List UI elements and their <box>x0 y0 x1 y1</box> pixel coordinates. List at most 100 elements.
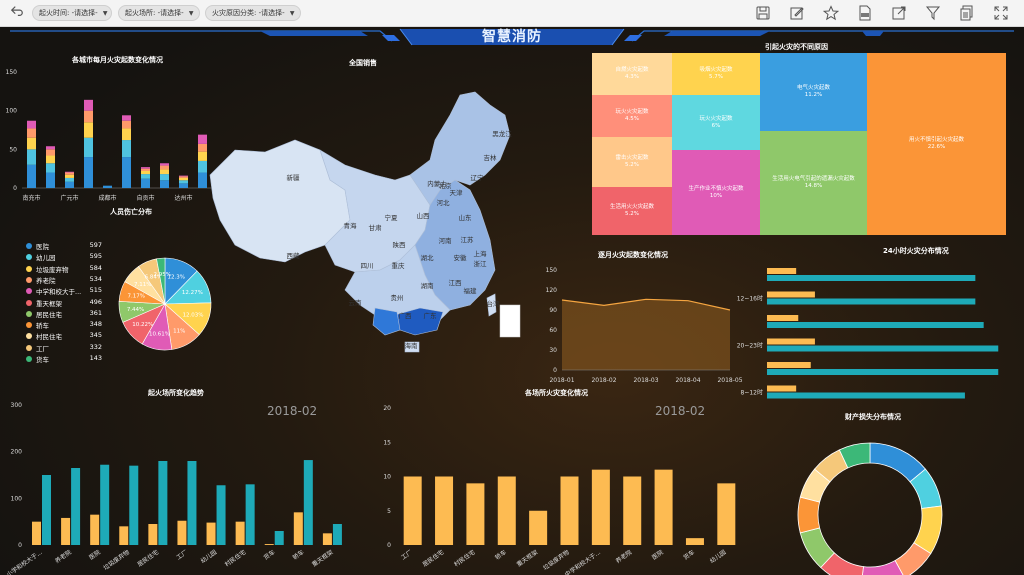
stacked-bar-segment <box>84 110 93 123</box>
map-region-label: 贵州 <box>391 293 404 302</box>
site-change-chart: 0 5 10 15 20 工厂 居民住宅 村民住宅 轿车 重天框架 垃圾废弃物中学和校大于... 养老… <box>383 405 736 575</box>
stacked-bar-segment <box>122 115 131 121</box>
x-tick-label: 轿车 <box>291 548 305 561</box>
filter-fire-cause-label: 火灾原因分类: <box>212 9 257 17</box>
map-region-label: 甘肃 <box>369 223 383 232</box>
legend-label: 中学和校大于... <box>36 288 82 297</box>
legend-item[interactable]: 货车 143 <box>26 354 102 364</box>
treemap-cell-value: 4.3% <box>625 74 639 80</box>
y-tick-label: 300 <box>11 402 23 409</box>
map-region-label: 天津 <box>450 189 464 197</box>
treemap-cell[interactable]: 生产作业不慎火灾起数 10% <box>672 150 760 235</box>
legend-item[interactable]: 居民住宅 361 <box>26 309 102 319</box>
legend-label: 医院 <box>36 243 49 251</box>
stacked-bar-segment <box>179 183 188 188</box>
legend-swatch <box>26 356 32 362</box>
treemap-cell[interactable]: 自燃火灾起数 4.3% <box>592 53 672 95</box>
site-change-bar <box>529 510 548 545</box>
y-tick-label: 100 <box>11 495 23 502</box>
legend-item[interactable]: 养老院 534 <box>26 275 102 285</box>
stacked-bar-segment <box>27 137 36 150</box>
filter-fire-site[interactable]: 起火场所: -请选择- ▼ <box>118 5 200 21</box>
legend-item[interactable]: 中学和校大于... 515 <box>26 286 102 296</box>
x-tick-label: 垃圾废弃物 <box>541 548 570 572</box>
back-icon[interactable] <box>10 4 24 20</box>
x-tick-label: 2018-02 <box>591 377 616 384</box>
stacked-bar-segment <box>84 157 93 188</box>
filter-fire-cause-value: -请选择- <box>258 9 285 17</box>
pie-slice-label: 10.22% <box>132 322 153 328</box>
site-trend-bar <box>322 533 332 545</box>
filter-fire-time[interactable]: 起火时间: -请选择- ▼ <box>32 5 112 21</box>
legend-item[interactable]: 村民住宅 345 <box>26 331 102 341</box>
map-region-label: 上海 <box>474 249 488 258</box>
site-change-bar <box>466 483 485 545</box>
x-tick-label: 重天框架 <box>515 548 539 568</box>
legend-swatch <box>26 254 32 261</box>
map-region-label: 湖南 <box>421 281 435 290</box>
hourly-bar <box>767 291 815 298</box>
legend-item[interactable]: 幼儿园 595 <box>26 252 102 262</box>
pie-slice-label: 2.95% <box>153 272 170 278</box>
filter-icon[interactable] <box>923 3 943 23</box>
x-tick-label: 南充市 <box>22 194 40 202</box>
map-region-label: 广西 <box>399 311 413 320</box>
fullscreen-icon[interactable] <box>991 3 1011 23</box>
legend-item[interactable]: 重天框架 496 <box>26 298 102 308</box>
pdf-icon[interactable] <box>855 3 875 23</box>
site-trend-bar <box>42 475 51 545</box>
china-map[interactable]: 黑龙江吉林辽宁内蒙古北京天津河北山西 山东河南陕西宁夏甘肃青海新疆西藏四川 重庆湖北… <box>205 80 535 360</box>
treemap-cell-name: 生活用火火灾起数 <box>609 204 654 210</box>
treemap-cell[interactable]: 吸烟火灾起数 5.7% <box>672 53 760 95</box>
legend-value: 595 <box>89 252 102 261</box>
export-icon[interactable] <box>889 3 909 23</box>
edit-icon[interactable] <box>787 3 807 23</box>
legend-label: 幼儿园 <box>36 254 56 263</box>
treemap-cell[interactable]: 用火不慎引起火灾起数 22.6% <box>867 53 1006 235</box>
y-tick-label: 100 <box>6 108 18 115</box>
y-tick-label: 5 <box>387 508 391 515</box>
stacked-bar-segment <box>84 137 93 158</box>
legend-item[interactable]: 工厂 332 <box>26 343 102 353</box>
legend-item[interactable]: 垃圾废弃物 584 <box>26 264 102 274</box>
y-tick-label: 20~23时 <box>737 342 763 350</box>
treemap-cell-value: 6% <box>711 122 721 129</box>
stacked-bar-segment <box>160 163 169 166</box>
y-tick-label: 150 <box>6 69 18 76</box>
treemap-cell-name: 自燃火灾起数 <box>615 67 649 73</box>
stacked-bar-segment <box>27 164 36 188</box>
map-region-label: 宁夏 <box>385 213 399 222</box>
site-change-bar <box>654 469 673 545</box>
treemap-cell[interactable]: 玩火火灾起数 4.5% <box>592 95 672 137</box>
stacked-bar-segment <box>160 169 169 175</box>
legend-item[interactable]: 轿车 348 <box>26 320 102 330</box>
x-tick-label: 幼儿园 <box>708 548 727 565</box>
map-region-label: 江苏 <box>461 235 475 244</box>
treemap-cell[interactable]: 雷击火灾起数 5.2% <box>592 137 672 187</box>
y-tick-label: 60 <box>549 327 557 334</box>
legend-item[interactable]: 医院 597 <box>26 241 102 251</box>
y-tick-label: 90 <box>549 307 557 314</box>
save-icon[interactable] <box>753 3 773 23</box>
x-tick-label: 2018-03 <box>633 377 658 384</box>
legend-label: 居民住宅 <box>36 310 62 319</box>
stacked-bar-segment <box>46 149 55 156</box>
treemap-cell[interactable]: 玩火火灾起数 6% <box>672 95 760 150</box>
treemap-cell[interactable]: 生活用火电气引起的遗漏火灾起数 14.8% <box>760 131 867 235</box>
filter-fire-cause[interactable]: 火灾原因分类: -请选择- ▼ <box>205 5 301 21</box>
legend-label: 轿车 <box>36 322 49 331</box>
copy-icon[interactable] <box>957 3 977 23</box>
treemap-cell-value: 10% <box>709 192 723 199</box>
treemap-cell[interactable]: 电气火灾起数 11.2% <box>760 53 867 131</box>
x-tick-label: 居民住宅 <box>136 548 160 568</box>
stacked-bar-segment <box>65 177 74 182</box>
star-icon[interactable] <box>821 3 841 23</box>
y-tick-label: 0 <box>387 542 391 549</box>
hourly-bar <box>767 345 999 352</box>
treemap-cell[interactable]: 生活用火火灾起数 5.2% <box>592 187 672 235</box>
stacked-bar-segment <box>65 171 74 173</box>
y-tick-label: 20 <box>383 405 391 412</box>
map-region-label: 安徽 <box>454 253 468 262</box>
stacked-bar-segment <box>103 185 112 188</box>
map-region-label: 湖北 <box>421 253 435 262</box>
